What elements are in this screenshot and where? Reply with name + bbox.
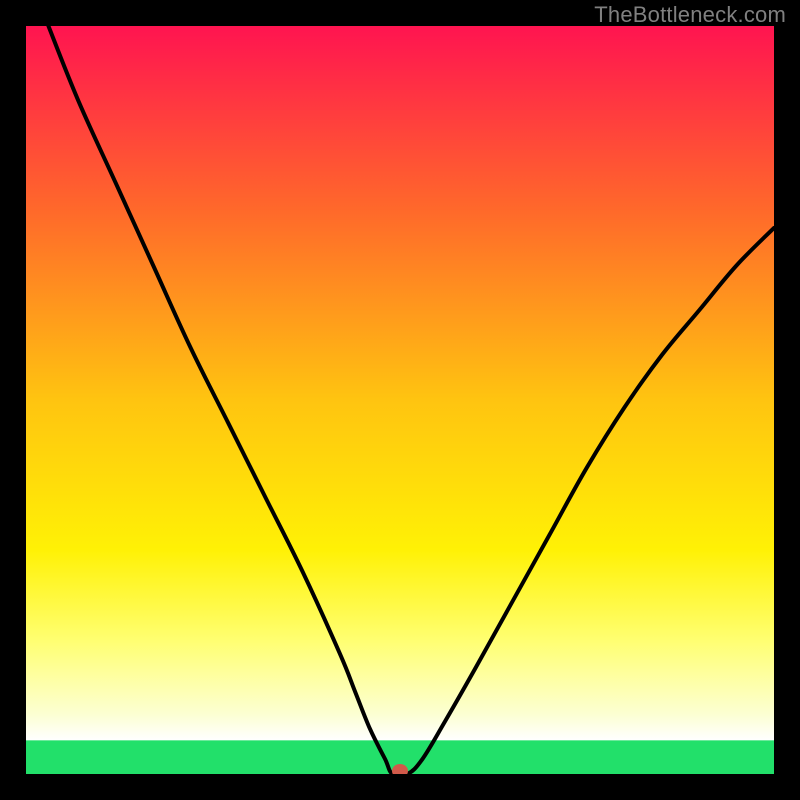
chart-svg xyxy=(26,26,774,774)
plot-area xyxy=(26,26,774,774)
credit-text: TheBottleneck.com xyxy=(594,2,786,28)
gradient-background xyxy=(26,26,774,774)
frame: TheBottleneck.com xyxy=(0,0,800,800)
